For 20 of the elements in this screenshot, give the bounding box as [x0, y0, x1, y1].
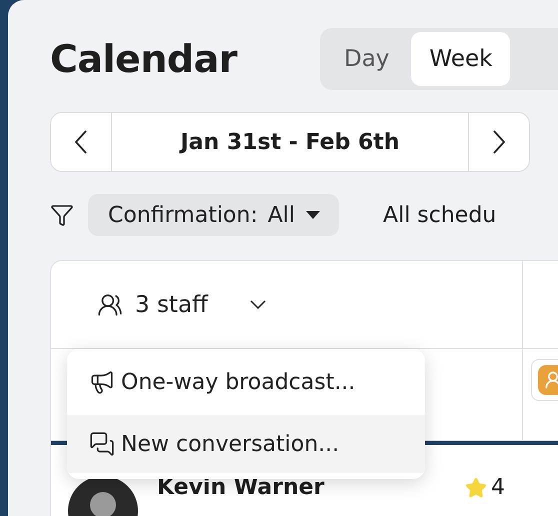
- schedule-filter[interactable]: All schedu: [383, 202, 496, 228]
- page-title: Calendar: [50, 37, 238, 81]
- person-icon: [543, 370, 558, 390]
- view-tab[interactable]: Week: [411, 32, 510, 86]
- filter-icon[interactable]: [50, 203, 74, 227]
- view-tab[interactable]: Day: [326, 32, 408, 86]
- megaphone-icon: [89, 369, 115, 395]
- star-icon: [465, 476, 487, 498]
- people-icon: [97, 292, 123, 318]
- chevron-down-icon: [250, 300, 266, 309]
- confirmation-filter[interactable]: Confirmation: All: [88, 194, 340, 236]
- staff-name: Kevin Warner: [157, 475, 326, 500]
- staff-dropdown[interactable]: 3 staff: [97, 292, 266, 318]
- menu-item[interactable]: New conversation...: [67, 415, 425, 473]
- chevron-left-icon: [75, 130, 87, 154]
- chevron-right-icon: [493, 130, 505, 154]
- staff-rating: 4: [465, 475, 505, 500]
- menu-item[interactable]: One-way broadcast...: [67, 349, 425, 415]
- chat-bubbles-icon: [89, 431, 115, 457]
- caret-icon: [305, 210, 322, 220]
